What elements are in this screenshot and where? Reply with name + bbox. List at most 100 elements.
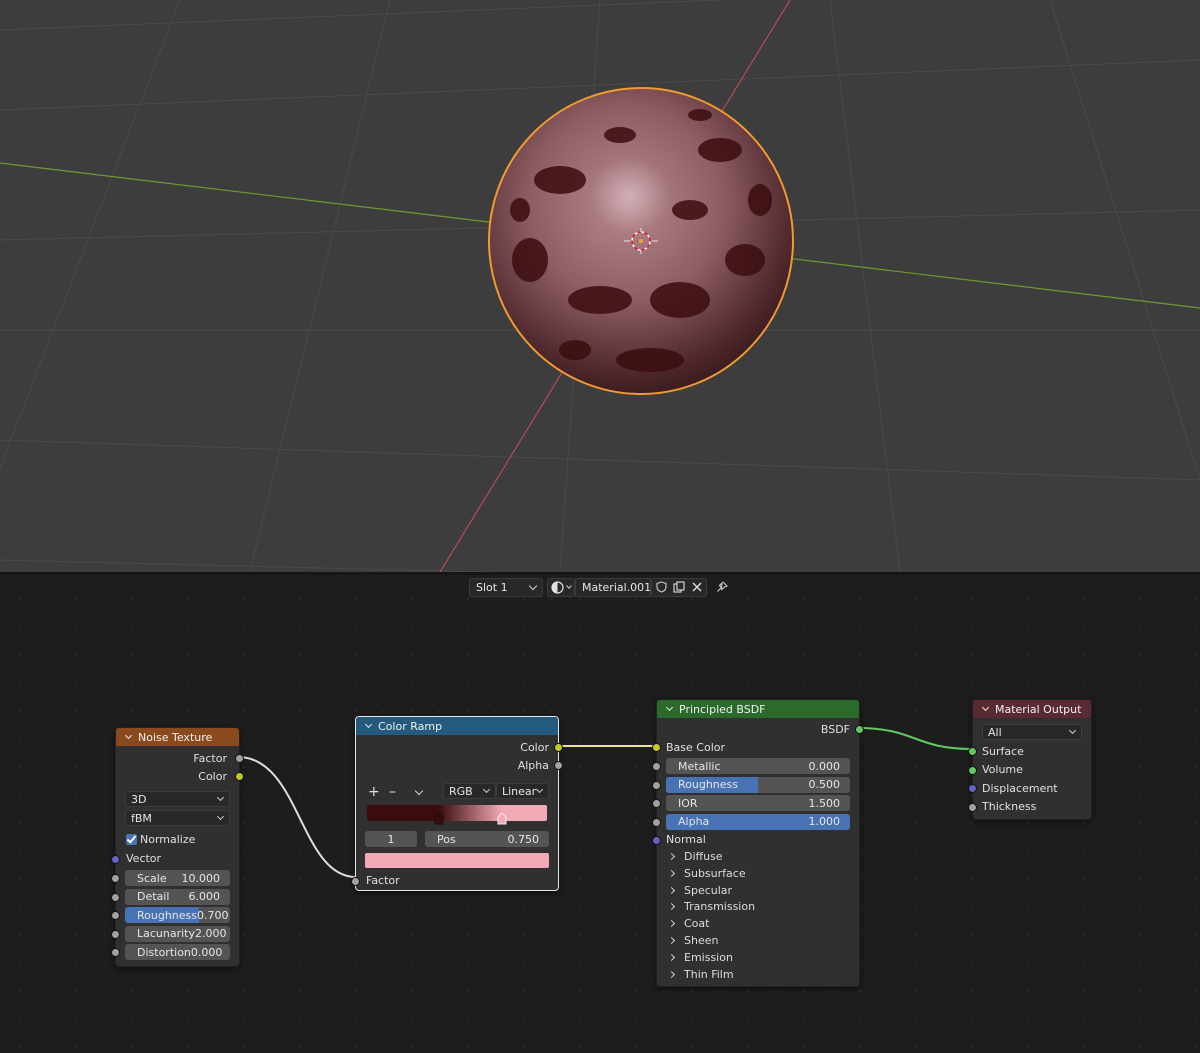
active-stop-index-field[interactable]: 1 — [365, 831, 417, 847]
input-factor-socket[interactable] — [351, 877, 360, 886]
field-label: Alpha — [678, 815, 710, 828]
panel-label: Thin Film — [684, 967, 734, 981]
field-value: 2.000 — [195, 927, 227, 940]
input-roughness-socket[interactable] — [111, 911, 120, 920]
scale-field[interactable]: Scale 10.000 — [125, 870, 230, 886]
panel-thin-film[interactable]: Thin Film — [667, 966, 734, 983]
output-factor-socket[interactable] — [235, 754, 244, 763]
grid-line — [249, 0, 391, 572]
color-ramp-header[interactable]: Color Ramp — [356, 717, 558, 735]
output-color-label: Color — [520, 740, 549, 754]
panel-diffuse[interactable]: Diffuse — [667, 848, 723, 865]
distortion-field[interactable]: Distortion 0.000 — [125, 944, 230, 960]
material-output-node[interactable]: Material Output All Surface Volume Displac… — [968, 699, 1092, 820]
input-base-color-socket[interactable] — [652, 743, 661, 752]
alpha-field[interactable]: Alpha 1.000 — [666, 813, 850, 830]
normalize-checkbox[interactable] — [126, 834, 137, 845]
input-roughness-socket[interactable] — [652, 780, 661, 790]
stop-position-field[interactable]: Pos 0.750 — [425, 831, 549, 847]
color-stop-0[interactable] — [434, 812, 444, 828]
noise-texture-header[interactable]: Noise Texture — [116, 728, 239, 746]
input-lacunarity-socket[interactable] — [111, 929, 120, 939]
ramp-menu-button[interactable] — [414, 783, 424, 801]
chevron-down-icon — [216, 793, 225, 802]
input-volume-label: Volume — [982, 763, 1023, 776]
grid-line — [0, 0, 181, 470]
panel-specular[interactable]: Specular — [667, 882, 732, 899]
chevron-right-icon — [667, 869, 676, 877]
noise-texture-node[interactable]: Noise Texture Factor Color 3D fBM Normal… — [111, 727, 244, 967]
collapse-chevron-icon[interactable] — [124, 731, 133, 739]
metallic-field[interactable]: Metallic 0.000 — [666, 758, 850, 774]
roughness-field[interactable]: Roughness 0.500 — [666, 776, 850, 793]
collapse-chevron-icon[interactable] — [364, 720, 373, 728]
input-volume-socket[interactable] — [968, 765, 977, 775]
noise-type-dropdown[interactable]: fBM — [125, 810, 230, 826]
principled-bsdf-node[interactable]: Principled BSDF BSDF Base Color Metallic… — [652, 699, 864, 987]
input-displacement-socket[interactable] — [968, 784, 977, 793]
shader-node-editor[interactable]: Slot 1 Material.001 Noise Texture Factor… — [0, 575, 1200, 1053]
3d-viewport[interactable] — [0, 0, 1200, 572]
input-vector-socket[interactable] — [111, 855, 120, 864]
dimensions-dropdown[interactable]: 3D — [125, 791, 230, 807]
input-detail-socket[interactable] — [111, 892, 120, 902]
field-value: 1.000 — [808, 815, 841, 828]
chevron-down-icon — [1068, 726, 1077, 735]
output-bsdf-socket[interactable] — [855, 725, 864, 734]
panel-coat[interactable]: Coat — [667, 915, 709, 932]
detail-field[interactable]: Detail 6.000 — [125, 888, 230, 905]
field-label: Metallic — [678, 759, 721, 773]
interpolation-value: Linear — [502, 784, 537, 798]
field-value: 0.500 — [808, 778, 841, 791]
field-label: Detail — [137, 890, 170, 903]
input-ior-socket[interactable] — [652, 799, 661, 808]
stop-index-value: 1 — [387, 832, 395, 846]
remove-stop-button[interactable]: – — [389, 783, 396, 801]
material-output-header[interactable]: Material Output — [973, 700, 1091, 718]
color-ramp-gradient[interactable] — [367, 805, 547, 821]
field-label: Distortion — [137, 945, 191, 959]
node-title: Color Ramp — [378, 719, 443, 733]
output-alpha-socket[interactable] — [554, 761, 563, 770]
ior-field[interactable]: IOR 1.500 — [666, 795, 850, 811]
panel-subsurface[interactable]: Subsurface — [667, 865, 746, 882]
add-stop-button[interactable]: + — [368, 783, 380, 801]
principled-bsdf-header[interactable]: Principled BSDF — [657, 700, 859, 718]
link-noise-to-ramp — [237, 756, 357, 878]
output-color-socket[interactable] — [554, 743, 563, 752]
color-ramp-node[interactable]: Color Ramp Color Alpha + – RGB Linear 1 … — [351, 716, 563, 891]
panel-sheen[interactable]: Sheen — [667, 932, 718, 949]
panel-label: Subsurface — [684, 866, 746, 880]
collapse-chevron-icon[interactable] — [981, 703, 990, 711]
chevron-down-icon — [216, 812, 225, 821]
input-alpha-socket[interactable] — [652, 817, 661, 827]
output-target-dropdown[interactable]: All — [982, 724, 1082, 740]
lacunarity-field[interactable]: Lacunarity 2.000 — [125, 925, 230, 942]
chevron-right-icon — [667, 886, 676, 894]
input-normal-socket[interactable] — [652, 836, 661, 845]
panel-label: Emission — [684, 950, 733, 964]
interpolation-dropdown[interactable]: Linear — [496, 783, 549, 799]
collapse-chevron-icon[interactable] — [665, 703, 674, 711]
input-thickness-label: Thickness — [982, 800, 1037, 813]
color-mode-dropdown[interactable]: RGB — [443, 783, 496, 799]
output-alpha-label: Alpha — [517, 758, 549, 772]
minus-icon: – — [389, 784, 396, 800]
color-stop-1[interactable] — [497, 812, 507, 828]
input-distortion-socket[interactable] — [111, 948, 120, 957]
input-thickness-socket[interactable] — [968, 802, 977, 812]
dimensions-value: 3D — [131, 792, 147, 806]
input-surface-socket[interactable] — [968, 747, 977, 756]
chevron-down-icon — [482, 785, 491, 794]
roughness-field[interactable]: Roughness 0.700 — [125, 907, 230, 923]
input-metallic-socket[interactable] — [652, 762, 661, 771]
panel-transmission[interactable]: Transmission — [667, 898, 755, 915]
output-color-socket[interactable] — [235, 772, 244, 781]
stop-color-swatch[interactable] — [365, 853, 549, 868]
chevron-right-icon — [667, 953, 676, 961]
field-value: 0.000 — [190, 945, 223, 959]
panel-emission[interactable]: Emission — [667, 949, 733, 966]
panel-label: Specular — [684, 883, 733, 897]
chevron-right-icon — [667, 936, 676, 945]
input-scale-socket[interactable] — [111, 874, 120, 883]
